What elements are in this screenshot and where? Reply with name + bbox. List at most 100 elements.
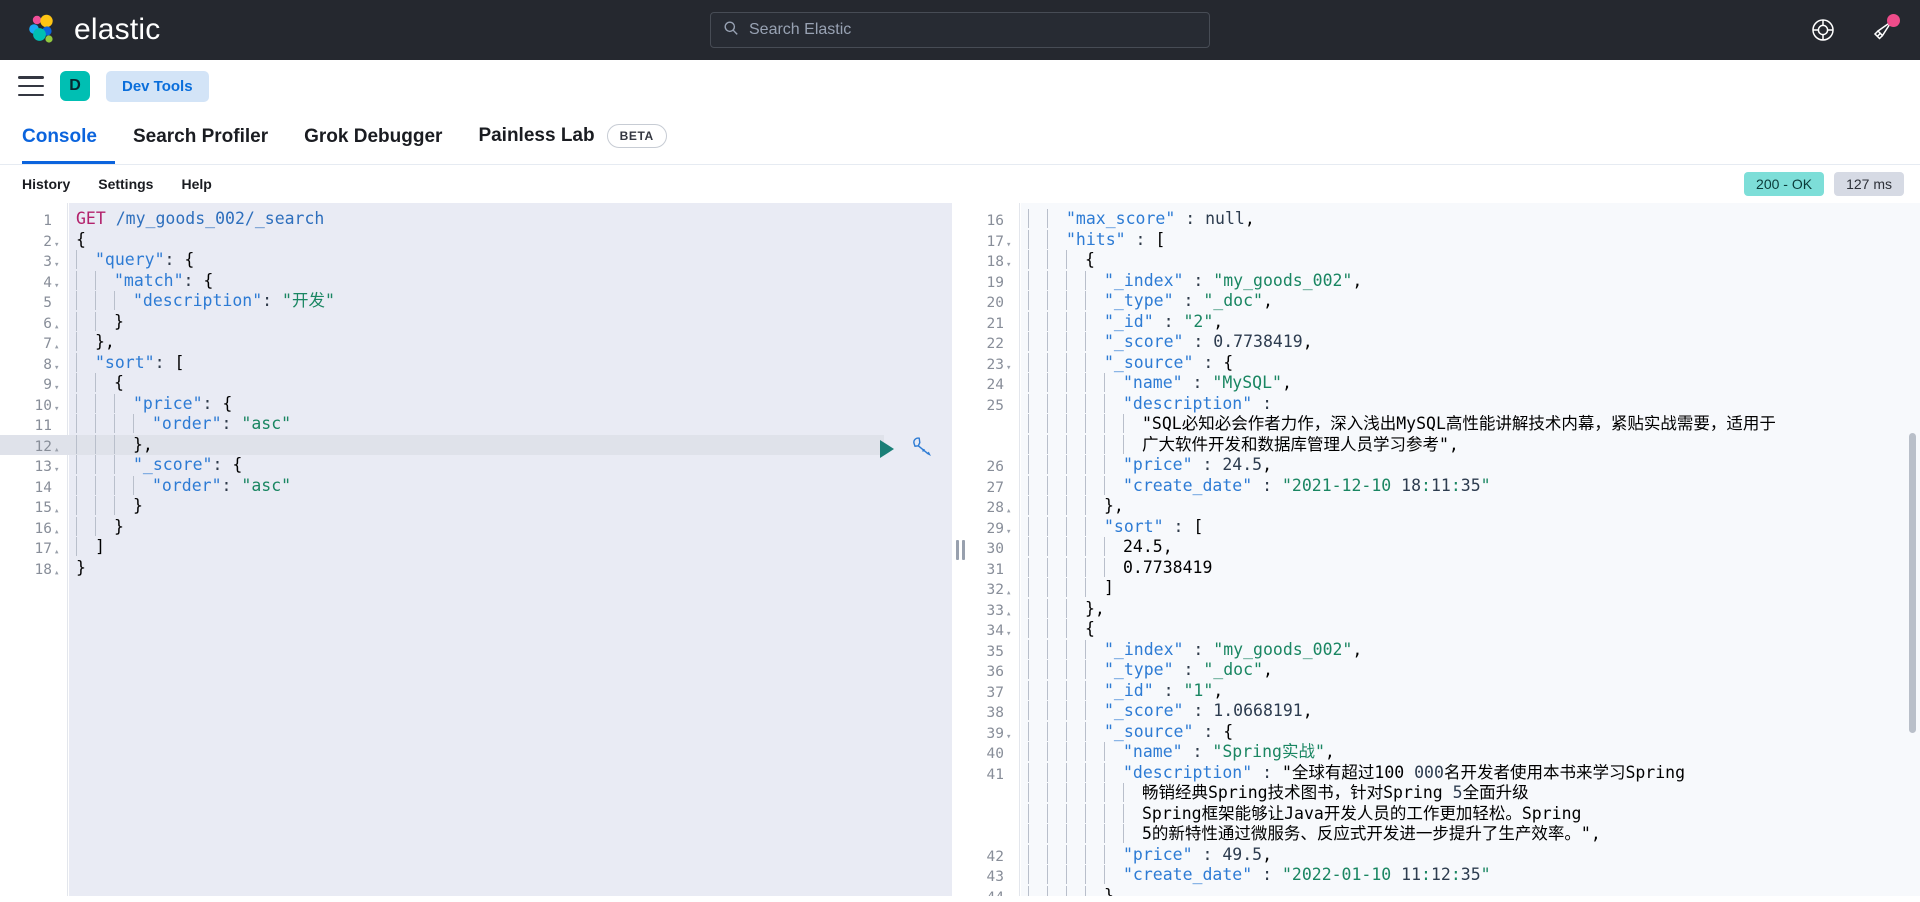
code-line[interactable]: 30 24.5, [952,537,1920,558]
fold-toggle-icon[interactable] [1004,209,1020,214]
breadcrumb-dev-tools[interactable]: Dev Tools [106,70,209,102]
code-line[interactable]: 27 "create_date" : "2021-12-10 18:11:35" [952,475,1920,497]
fold-toggle-icon[interactable] [1004,558,1020,563]
code-line[interactable]: 42 "price" : 49.5, [952,844,1920,866]
code-line[interactable]: 8 ▾ "sort": [ [0,352,884,374]
fold-toggle-icon[interactable] [1004,435,1020,440]
fold-toggle-icon[interactable]: ▴ [1004,886,1020,897]
request-editor-pane[interactable]: 1 GET /my_goods_002/_search 2 ▾{3 ▾ "query": … [0,203,952,896]
fold-toggle-icon[interactable] [1004,394,1020,399]
code-line[interactable]: 14 "order": "asc" [0,475,884,497]
fold-toggle-icon[interactable] [52,414,68,419]
code-line[interactable]: 23 ▾ "_source" : { [952,352,1920,374]
code-line[interactable]: 29 ▾ "sort" : [ [952,516,1920,538]
code-line[interactable]: 9 ▾{ [0,373,884,394]
code-line[interactable]: 17 ▴] [0,537,884,558]
fold-toggle-icon[interactable] [1004,537,1020,542]
code-line[interactable]: 15 ▴} [0,496,884,517]
code-line[interactable]: 10 ▾ "price": { [0,393,884,415]
code-line[interactable]: 5 "description": "开发" [0,291,884,312]
code-line[interactable]: 1 GET /my_goods_002/_search [0,209,884,230]
tab-console[interactable]: Console [22,126,115,164]
code-line[interactable]: 11 "order": "asc" [0,414,884,435]
response-pane[interactable]: 16 "max_score" : null, 17 ▾ "hits" : [18 ▾{19… [952,203,1920,896]
fold-toggle-icon[interactable] [1004,681,1020,686]
fold-toggle-icon[interactable] [52,476,68,481]
fold-toggle-icon[interactable] [1004,271,1020,276]
fold-toggle-icon[interactable] [1004,763,1020,768]
fold-toggle-icon[interactable] [1004,824,1020,829]
code-line[interactable]: 13 ▾ "_score": { [0,455,884,476]
code-line[interactable]: 37 "_id" : "1", [952,680,1920,702]
code-line[interactable]: 广大软件开发和数据库管理人员学习参考", [952,434,1920,456]
code-line[interactable]: 5的新特性通过微服务、反应式开发进一步提升了生产效率。", [952,824,1920,845]
code-line[interactable]: 36 "_type" : "_doc", [952,660,1920,681]
fold-toggle-icon[interactable] [1004,804,1020,809]
code-line[interactable]: 34 ▾{ [952,619,1920,640]
response-lines[interactable]: 16 "max_score" : null, 17 ▾ "hits" : [18 ▾{19… [952,209,1920,896]
fold-toggle-icon[interactable] [52,209,68,214]
tab-grok-debugger[interactable]: Grok Debugger [286,126,460,164]
fold-toggle-icon[interactable] [1004,414,1020,419]
code-line[interactable]: 17 ▾ "hits" : [ [952,229,1920,251]
fold-toggle-icon[interactable] [1004,783,1020,788]
code-line[interactable]: 24 "name" : "MySQL", [952,373,1920,394]
code-line[interactable]: 18 ▴} [0,558,884,579]
code-line[interactable]: 2 ▾{ [0,230,884,251]
code-line[interactable]: 4 ▾ "match": { [0,270,884,292]
code-line[interactable]: 7 ▴}, [0,332,884,353]
code-line[interactable]: 35 "_index" : "my_goods_002", [952,639,1920,661]
fold-toggle-icon[interactable] [1004,455,1020,460]
fold-toggle-icon[interactable] [1004,640,1020,645]
fold-toggle-icon[interactable]: ▴ [52,558,68,584]
code-line[interactable]: 32 ▴] [952,578,1920,599]
run-request-play-icon[interactable] [880,439,894,458]
history-button[interactable]: History [22,176,70,192]
fold-toggle-icon[interactable] [1004,660,1020,665]
response-code[interactable]: 16 "max_score" : null, 17 ▾ "hits" : [18 ▾{19… [952,203,1920,896]
code-line[interactable]: 16 ▴} [0,516,884,538]
fold-toggle-icon[interactable] [1004,332,1020,337]
code-line[interactable]: 43 "create_date" : "2022-01-10 11:12:35" [952,865,1920,886]
request-code[interactable]: 1 GET /my_goods_002/_search 2 ▾{3 ▾ "query": … [0,203,952,896]
code-line[interactable]: Spring框架能够让Java开发人员的工作更加轻松。Spring [952,803,1920,825]
brand[interactable]: elastic [0,13,160,47]
fold-toggle-icon[interactable] [1004,312,1020,317]
fold-toggle-icon[interactable] [1004,742,1020,747]
code-line[interactable]: 20 "_type" : "_doc", [952,291,1920,312]
tab-search-profiler[interactable]: Search Profiler [115,126,286,164]
code-line[interactable]: 40 "name" : "Spring实战", [952,742,1920,763]
code-line[interactable]: 18 ▾{ [952,250,1920,271]
code-line[interactable]: 28 ▴}, [952,496,1920,517]
fold-toggle-icon[interactable] [1004,476,1020,481]
help-button[interactable]: Help [181,176,211,192]
wrench-icon[interactable] [910,435,932,462]
code-line[interactable]: 44▴} [952,885,1920,897]
fold-toggle-icon[interactable] [1004,865,1020,870]
code-line[interactable]: "SQL必知必会作者力作，深入浅出MySQL高性能讲解技术内幕，紧贴实战需要，适… [952,414,1920,435]
code-line[interactable]: 33 ▴}, [952,598,1920,620]
global-search[interactable]: Search Elastic [710,12,1210,48]
code-line[interactable]: 21 "_id" : "2", [952,311,1920,333]
fold-toggle-icon[interactable] [1004,291,1020,296]
code-line[interactable]: 19 "_index" : "my_goods_002", [952,270,1920,292]
code-line[interactable]: 22 "_score" : 0.7738419, [952,332,1920,353]
code-line[interactable]: 39 ▾ "_source" : { [952,721,1920,743]
megaphone-icon[interactable] [1870,14,1900,43]
fold-toggle-icon[interactable] [1004,845,1020,850]
code-line[interactable]: 31 0.7738419 [952,557,1920,579]
code-line[interactable]: 26 "price" : 24.5, [952,455,1920,476]
pane-splitter[interactable] [952,203,968,896]
code-line[interactable]: 3 ▾ "query": { [0,250,884,271]
tab-painless-lab[interactable]: Painless Lab BETA [460,124,684,164]
space-avatar[interactable]: D [60,71,90,101]
code-line[interactable]: 16 "max_score" : null, [952,209,1920,230]
help-circle-icon[interactable] [1810,17,1836,43]
fold-toggle-icon[interactable] [52,291,68,296]
fold-toggle-icon[interactable] [1004,373,1020,378]
search-input[interactable]: Search Elastic [710,12,1210,48]
settings-button[interactable]: Settings [98,176,153,192]
response-scrollbar[interactable] [1909,433,1916,733]
code-line[interactable]: 25 "description" : [952,393,1920,415]
code-line[interactable]: 41 "description" : "全球有超过100 000名开发者使用本书来… [952,762,1920,784]
